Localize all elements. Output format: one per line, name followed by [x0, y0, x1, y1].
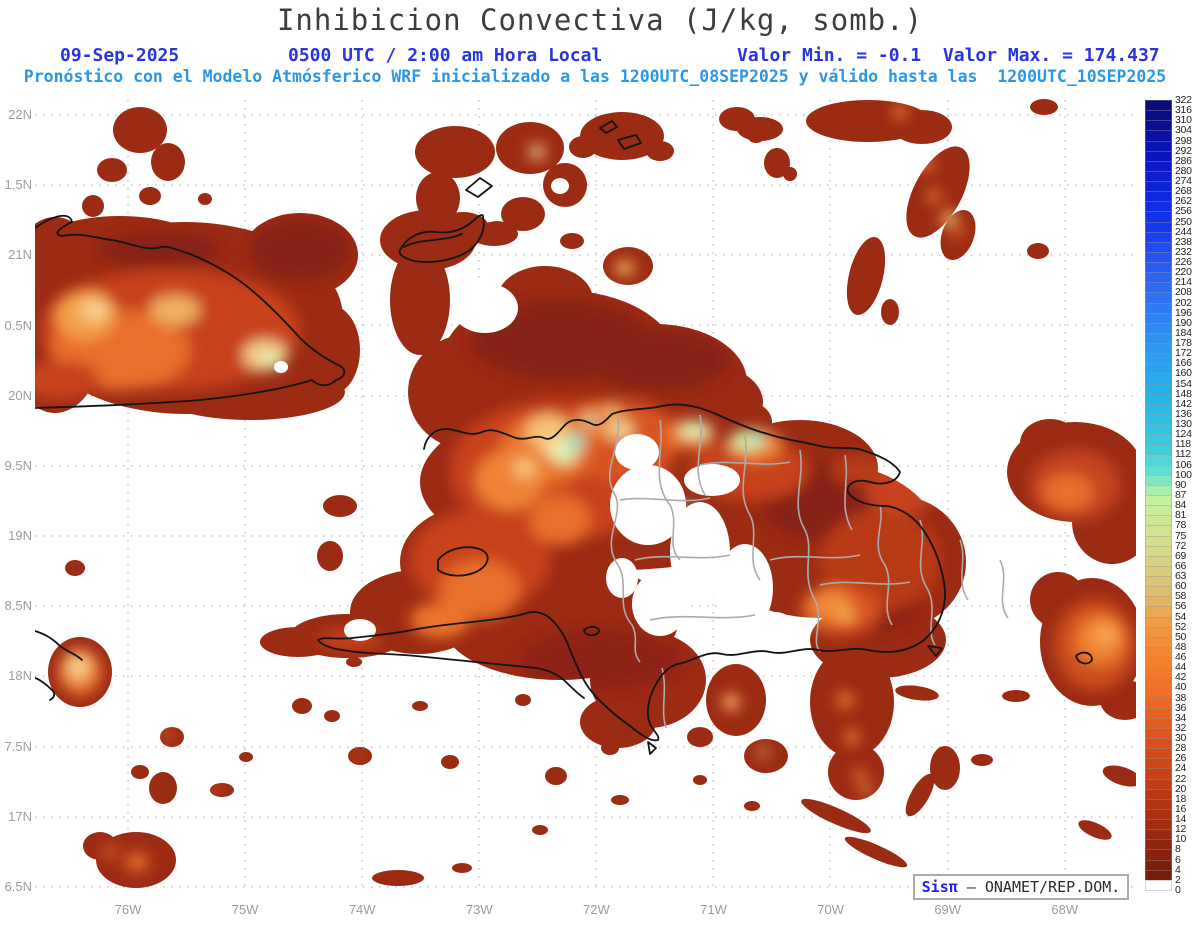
attribution-brand: Sisπ — [921, 878, 958, 896]
attribution-org: – ONAMET/REP.DOM. — [957, 878, 1121, 896]
colorbar-tick-label: 0 — [1175, 884, 1181, 896]
lat-tick-label: 0.5N — [4, 317, 32, 333]
lon-tick-label: 76W — [114, 902, 142, 917]
lon-tick-label: 69W — [934, 902, 962, 917]
lon-tick-label: 73W — [465, 902, 493, 917]
lon-tick-label: 71W — [700, 902, 727, 917]
colorbar: 322 316 310 304 298 292 286 280 274 268 262 256 250 2… — [1145, 95, 1200, 900]
attribution-box: Sisπ – ONAMET/REP.DOM. — [913, 874, 1129, 900]
lat-tick-label: 20N — [8, 387, 32, 403]
lon-tick-label: 74W — [348, 902, 376, 917]
lat-tick-label: 22N — [8, 107, 32, 122]
weather-map-page: Inhibicion Convectiva (J/kg, somb.) 09-S… — [0, 0, 1200, 927]
lat-tick-label: 18N — [8, 668, 32, 684]
map-canvas — [35, 99, 1136, 890]
lat-tick-label: 8.5N — [4, 598, 32, 614]
lat-tick-label: 9.5N — [4, 457, 32, 473]
lon-tick-label: 68W — [1051, 902, 1079, 917]
lon-tick-label: 70W — [817, 902, 844, 917]
lon-tick-label: 72W — [583, 902, 610, 917]
lat-tick-label: 1.5N — [4, 177, 32, 193]
lat-tick-label: 21N — [8, 247, 32, 263]
lat-tick-label: 17N — [8, 808, 32, 824]
lat-tick-label: 7.5N — [4, 738, 32, 754]
lat-tick-label: 6.5N — [4, 878, 32, 894]
cin-field — [35, 99, 1136, 888]
lat-tick-label: 19N — [8, 528, 32, 544]
lon-tick-label: 75W — [231, 902, 259, 917]
colorbar-cell — [1145, 879, 1172, 891]
